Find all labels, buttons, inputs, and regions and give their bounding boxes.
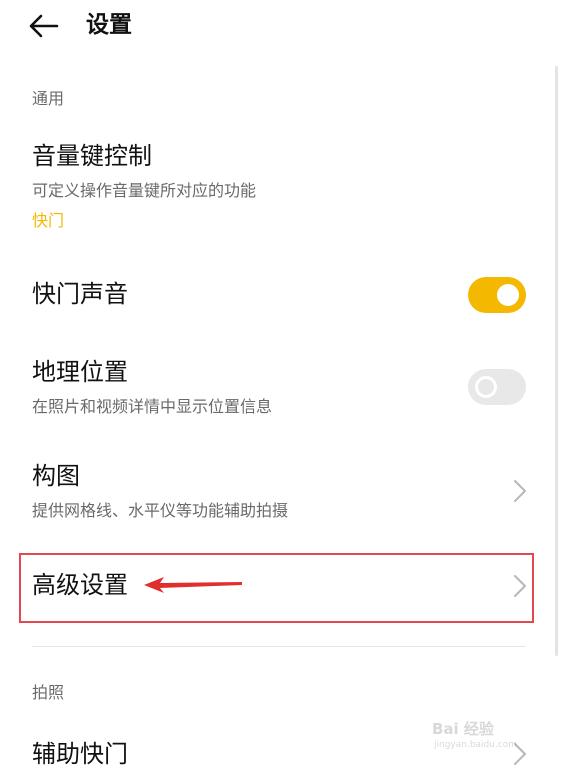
composition-subtitle: 提供网格线、水平仪等功能辅助拍摄 — [32, 501, 289, 520]
location-title: 地理位置 — [32, 358, 128, 386]
watermark-url: jingyan.baidu.com — [434, 740, 518, 750]
annotation-highlight-box — [19, 553, 534, 623]
setting-composition[interactable]: 构图 提供网格线、水平仪等功能辅助拍摄 — [0, 458, 562, 538]
volume-key-title: 音量键控制 — [32, 142, 152, 170]
volume-key-value: 快门 — [32, 211, 65, 230]
location-toggle[interactable] — [468, 369, 526, 405]
divider — [32, 646, 526, 647]
arrow-left-icon[interactable] — [28, 12, 60, 40]
baidu-watermark: Bai 经验 jingyan.baidu.com — [424, 706, 534, 756]
watermark-text: Bai 经验 — [432, 720, 494, 738]
assist-shutter-title: 辅助快门 — [32, 740, 128, 768]
shutter-sound-toggle[interactable] — [468, 277, 526, 313]
shutter-sound-title: 快门声音 — [32, 280, 128, 308]
composition-title: 构图 — [32, 462, 80, 490]
volume-key-subtitle: 可定义操作音量键所对应的功能 — [32, 181, 257, 200]
setting-location[interactable]: 地理位置 在照片和视频详情中显示位置信息 — [0, 354, 562, 434]
setting-volume-key[interactable]: 音量键控制 可定义操作音量键所对应的功能 快门 — [0, 136, 562, 240]
setting-shutter-sound[interactable]: 快门声音 — [0, 266, 562, 326]
chevron-right-icon — [514, 480, 526, 502]
toggle-knob — [475, 376, 497, 398]
section-label-general: 通用 — [32, 89, 65, 108]
top-bar: 设置 — [0, 0, 562, 52]
page-title: 设置 — [86, 12, 132, 38]
section-label-photo: 拍照 — [32, 683, 65, 702]
annotation-arrow-icon — [144, 577, 242, 593]
location-subtitle: 在照片和视频详情中显示位置信息 — [32, 397, 273, 416]
toggle-knob — [497, 284, 519, 306]
